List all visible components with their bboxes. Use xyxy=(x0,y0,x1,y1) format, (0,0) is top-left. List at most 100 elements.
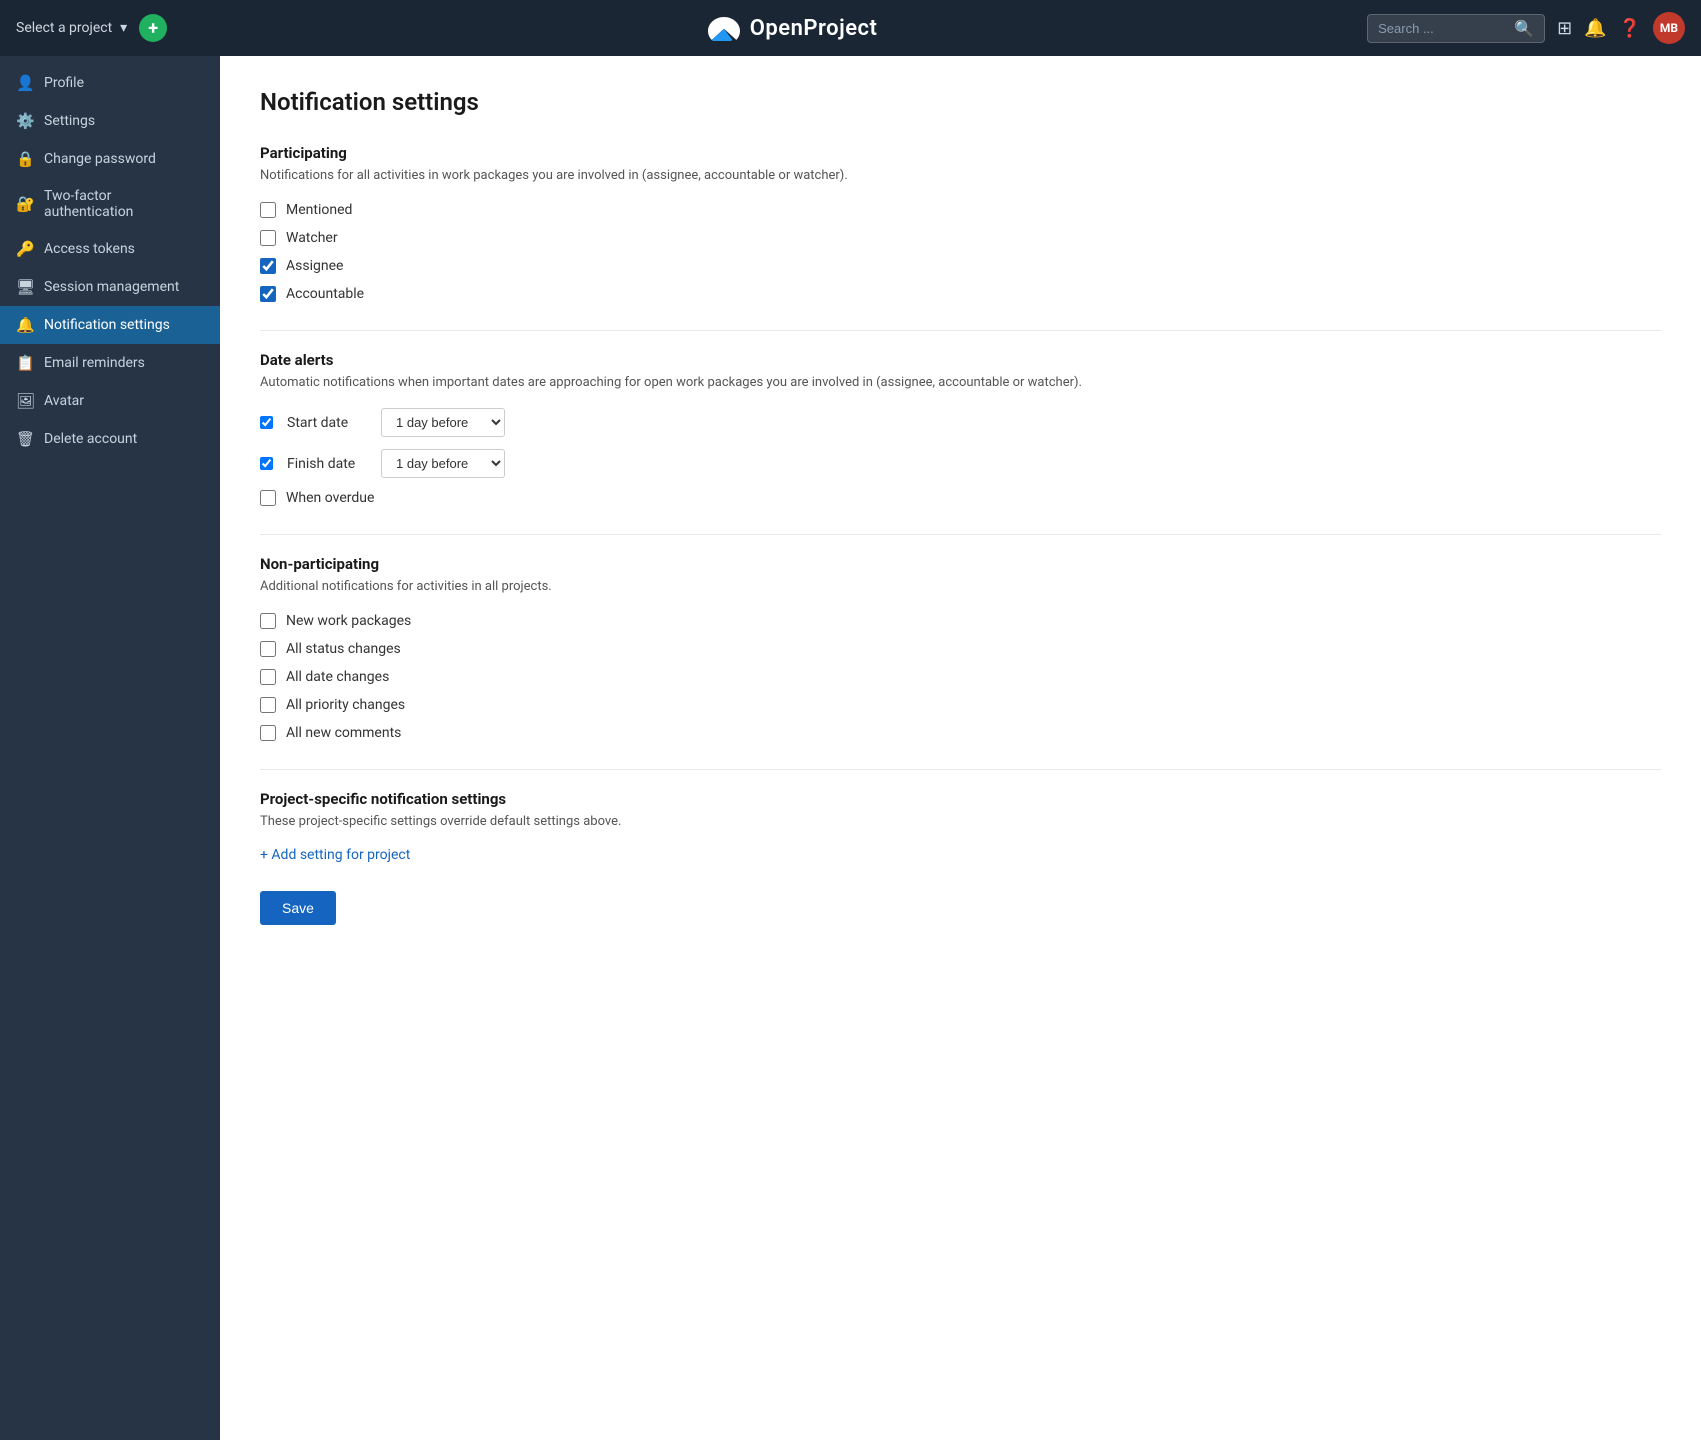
project-selector[interactable]: Select a project ▾ + xyxy=(16,14,216,42)
date-alert-start-date-row: Start date 1 day before2 days before3 da… xyxy=(260,408,1661,437)
two-factor-label: Two-factor authentication xyxy=(44,188,204,220)
non-participating-desc: Additional notifications for activities … xyxy=(260,577,1661,597)
openproject-logo-icon xyxy=(706,15,742,41)
two-factor-icon: 🔐 xyxy=(16,195,34,213)
sidebar-item-notification-settings[interactable]: 🔔 Notification settings xyxy=(0,306,220,344)
email-reminders-label: Email reminders xyxy=(44,355,204,371)
date-alert-start-date-checkbox[interactable] xyxy=(260,416,273,429)
settings-icon: ⚙️ xyxy=(16,112,34,130)
delete-account-icon: 🗑 xyxy=(16,430,34,448)
non-participating-all-date-changes-checkbox[interactable] xyxy=(260,669,276,685)
non-participating-section: Non-participating Additional notificatio… xyxy=(260,555,1661,741)
participating-accountable-row: Accountable xyxy=(260,286,1661,302)
non-participating-new-work-packages-row: New work packages xyxy=(260,613,1661,629)
participating-assignee-checkbox[interactable] xyxy=(260,258,276,274)
search-icon: 🔍 xyxy=(1514,19,1534,38)
topnav-actions: 🔍 ⊞ 🔔 ❓ MB xyxy=(1367,12,1685,44)
session-management-icon: 🖥 xyxy=(16,278,34,296)
sidebar-item-avatar[interactable]: 🖼 Avatar xyxy=(0,382,220,420)
date-alert-finish-date-checkbox[interactable] xyxy=(260,457,273,470)
date-alerts-desc: Automatic notifications when important d… xyxy=(260,373,1661,393)
delete-account-label: Delete account xyxy=(44,431,204,447)
participating-title: Participating xyxy=(260,144,1661,162)
participating-assignee-row: Assignee xyxy=(260,258,1661,274)
non-participating-all-date-changes-label[interactable]: All date changes xyxy=(286,669,389,685)
settings-label: Settings xyxy=(44,113,204,129)
non-participating-new-work-packages-label[interactable]: New work packages xyxy=(286,613,411,629)
access-tokens-label: Access tokens xyxy=(44,241,204,257)
date-alert-when-overdue-row: When overdue xyxy=(260,490,1661,506)
help-icon[interactable]: ❓ xyxy=(1619,18,1641,39)
sidebar-item-delete-account[interactable]: 🗑 Delete account xyxy=(0,420,220,458)
sidebar-item-settings[interactable]: ⚙️ Settings xyxy=(0,102,220,140)
date-alerts-title: Date alerts xyxy=(260,351,1661,369)
participating-watcher-checkbox[interactable] xyxy=(260,230,276,246)
access-tokens-icon: 🔑 xyxy=(16,240,34,258)
app-title: OpenProject xyxy=(750,16,878,41)
change-password-label: Change password xyxy=(44,151,204,167)
non-participating-all-date-changes-row: All date changes xyxy=(260,669,1661,685)
non-participating-all-new-comments-checkbox[interactable] xyxy=(260,725,276,741)
email-reminders-icon: 📋 xyxy=(16,354,34,372)
date-alert-finish-date-select[interactable]: 1 day before2 days before3 days before1 … xyxy=(381,449,505,478)
non-participating-all-priority-changes-checkbox[interactable] xyxy=(260,697,276,713)
non-participating-all-priority-changes-label[interactable]: All priority changes xyxy=(286,697,405,713)
page-title: Notification settings xyxy=(260,88,1661,116)
participating-mentioned-label[interactable]: Mentioned xyxy=(286,202,352,218)
save-button[interactable]: Save xyxy=(260,891,336,925)
chevron-down-icon: ▾ xyxy=(120,20,127,36)
non-participating-all-new-comments-label[interactable]: All new comments xyxy=(286,725,401,741)
non-participating-all-priority-changes-row: All priority changes xyxy=(260,697,1661,713)
date-alert-finish-date-label[interactable]: Finish date xyxy=(287,456,367,472)
avatar[interactable]: MB xyxy=(1653,12,1685,44)
profile-icon: 👤 xyxy=(16,74,34,92)
notification-settings-label: Notification settings xyxy=(44,317,204,333)
avatar-label: Avatar xyxy=(44,393,204,409)
top-navigation: Select a project ▾ + OpenProject 🔍 ⊞ 🔔 ❓… xyxy=(0,0,1701,56)
participating-mentioned-row: Mentioned xyxy=(260,202,1661,218)
avatar-icon: 🖼 xyxy=(16,392,34,410)
grid-icon[interactable]: ⊞ xyxy=(1557,18,1572,39)
project-specific-desc: These project-specific settings override… xyxy=(260,812,1661,832)
participating-assignee-label[interactable]: Assignee xyxy=(286,258,343,274)
non-participating-title: Non-participating xyxy=(260,555,1661,573)
profile-label: Profile xyxy=(44,75,204,91)
sidebar-item-session-management[interactable]: 🖥 Session management xyxy=(0,268,220,306)
main-content: Notification settings Participating Noti… xyxy=(220,56,1701,1440)
project-selector-label: Select a project xyxy=(16,20,112,36)
project-specific-title: Project-specific notification settings xyxy=(260,790,1661,808)
participating-accountable-checkbox[interactable] xyxy=(260,286,276,302)
main-layout: 👤 Profile ⚙️ Settings 🔒 Change password … xyxy=(0,56,1701,1440)
notification-settings-icon: 🔔 xyxy=(16,316,34,334)
participating-accountable-label[interactable]: Accountable xyxy=(286,286,364,302)
date-alert-start-date-label[interactable]: Start date xyxy=(287,415,367,431)
change-password-icon: 🔒 xyxy=(16,150,34,168)
participating-mentioned-checkbox[interactable] xyxy=(260,202,276,218)
logo-area: OpenProject xyxy=(216,15,1367,41)
sidebar-item-two-factor[interactable]: 🔐 Two-factor authentication xyxy=(0,178,220,230)
date-alert-finish-date-row: Finish date 1 day before2 days before3 d… xyxy=(260,449,1661,478)
non-participating-all-status-changes-checkbox[interactable] xyxy=(260,641,276,657)
non-participating-all-status-changes-label[interactable]: All status changes xyxy=(286,641,401,657)
date-alert-when-overdue-checkbox[interactable] xyxy=(260,490,276,506)
new-project-button[interactable]: + xyxy=(139,14,167,42)
sidebar-item-profile[interactable]: 👤 Profile xyxy=(0,64,220,102)
participating-desc: Notifications for all activities in work… xyxy=(260,166,1661,186)
search-input[interactable] xyxy=(1378,21,1508,36)
sidebar-item-access-tokens[interactable]: 🔑 Access tokens xyxy=(0,230,220,268)
search-box[interactable]: 🔍 xyxy=(1367,14,1545,43)
sidebar: 👤 Profile ⚙️ Settings 🔒 Change password … xyxy=(0,56,220,1440)
participating-section: Participating Notifications for all acti… xyxy=(260,144,1661,302)
non-participating-new-work-packages-checkbox[interactable] xyxy=(260,613,276,629)
date-alert-when-overdue-label[interactable]: When overdue xyxy=(286,490,374,506)
notifications-icon[interactable]: 🔔 xyxy=(1584,18,1606,39)
sidebar-item-change-password[interactable]: 🔒 Change password xyxy=(0,140,220,178)
non-participating-all-status-changes-row: All status changes xyxy=(260,641,1661,657)
sidebar-item-email-reminders[interactable]: 📋 Email reminders xyxy=(0,344,220,382)
participating-watcher-row: Watcher xyxy=(260,230,1661,246)
session-management-label: Session management xyxy=(44,279,204,295)
date-alert-start-date-select[interactable]: 1 day before2 days before3 days before1 … xyxy=(381,408,505,437)
participating-watcher-label[interactable]: Watcher xyxy=(286,230,338,246)
add-project-button[interactable]: + Add setting for project xyxy=(260,847,1661,863)
project-specific-section: Project-specific notification settings T… xyxy=(260,790,1661,864)
